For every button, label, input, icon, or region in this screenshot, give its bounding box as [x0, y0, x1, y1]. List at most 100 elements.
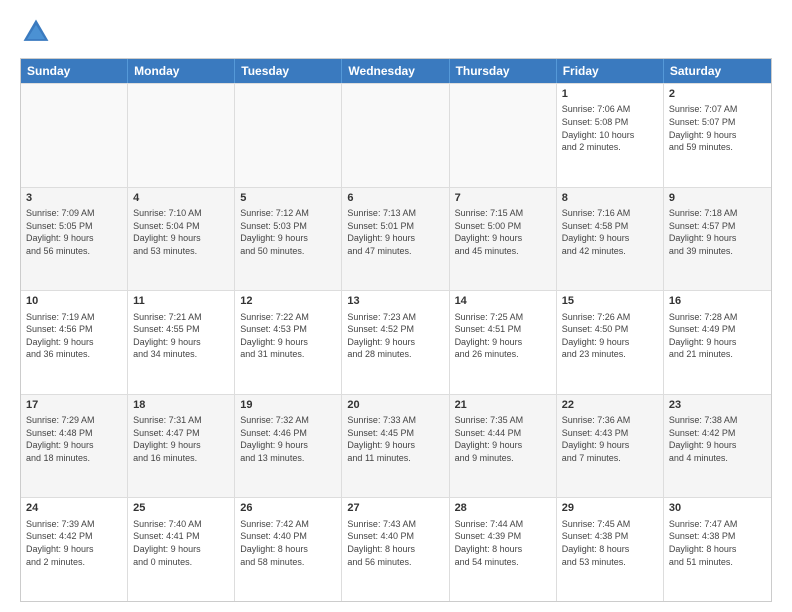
cal-cell-23: 23Sunrise: 7:38 AMSunset: 4:42 PMDayligh…: [664, 395, 771, 498]
cal-cell-empty-3: [342, 84, 449, 187]
cell-info: Sunrise: 7:39 AMSunset: 4:42 PMDaylight:…: [26, 518, 122, 568]
cell-info: Sunrise: 7:35 AMSunset: 4:44 PMDaylight:…: [455, 414, 551, 464]
day-number: 5: [240, 191, 336, 206]
day-number: 9: [669, 191, 766, 206]
cell-info: Sunrise: 7:28 AMSunset: 4:49 PMDaylight:…: [669, 311, 766, 361]
day-number: 27: [347, 501, 443, 516]
day-number: 26: [240, 501, 336, 516]
page: SundayMondayTuesdayWednesdayThursdayFrid…: [0, 0, 792, 612]
cal-cell-10: 10 Sunrise: 7:19 AMSunset: 4:56 PMDayligh…: [21, 291, 128, 394]
day-number: 10: [26, 294, 122, 309]
cell-info: Sunrise: 7:47 AMSunset: 4:38 PMDaylight:…: [669, 518, 766, 568]
cal-cell-2: 2Sunrise: 7:07 AMSunset: 5:07 PMDaylight…: [664, 84, 771, 187]
cal-cell-empty-4: [450, 84, 557, 187]
cal-cell-26: 26 Sunrise: 7:42 AMSunset: 4:40 PMDayligh…: [235, 498, 342, 601]
day-number: 20: [347, 398, 443, 413]
cal-cell-15: 15 Sunrise: 7:26 AMSunset: 4:50 PMDayligh…: [557, 291, 664, 394]
day-number: 7: [455, 191, 551, 206]
day-number: 15: [562, 294, 658, 309]
day-number: 23: [669, 398, 766, 413]
header-day-thursday: Thursday: [450, 59, 557, 83]
cell-info: Sunrise: 7:07 AMSunset: 5:07 PMDaylight:…: [669, 103, 766, 153]
cell-info: Sunrise: 7:18 AMSunset: 4:57 PMDaylight:…: [669, 207, 766, 257]
cell-info: Sunrise: 7:45 AMSunset: 4:38 PMDaylight:…: [562, 518, 658, 568]
cell-info: Sunrise: 7:25 AMSunset: 4:51 PMDaylight:…: [455, 311, 551, 361]
cell-info: Sunrise: 7:13 AMSunset: 5:01 PMDaylight:…: [347, 207, 443, 257]
cell-info: Sunrise: 7:22 AMSunset: 4:53 PMDaylight:…: [240, 311, 336, 361]
header-day-wednesday: Wednesday: [342, 59, 449, 83]
cal-cell-20: 20Sunrise: 7:33 AMSunset: 4:45 PMDayligh…: [342, 395, 449, 498]
cell-info: Sunrise: 7:44 AMSunset: 4:39 PMDaylight:…: [455, 518, 551, 568]
cell-info: Sunrise: 7:12 AMSunset: 5:03 PMDaylight:…: [240, 207, 336, 257]
cal-cell-17: 17Sunrise: 7:29 AMSunset: 4:48 PMDayligh…: [21, 395, 128, 498]
calendar-body: 1Sunrise: 7:06 AMSunset: 5:08 PMDaylight…: [21, 83, 771, 601]
header: [20, 16, 772, 48]
cal-cell-7: 7Sunrise: 7:15 AMSunset: 5:00 PMDaylight…: [450, 188, 557, 291]
day-number: 19: [240, 398, 336, 413]
day-number: 18: [133, 398, 229, 413]
day-number: 21: [455, 398, 551, 413]
day-number: 8: [562, 191, 658, 206]
calendar-row-0: 1Sunrise: 7:06 AMSunset: 5:08 PMDaylight…: [21, 83, 771, 187]
cal-cell-19: 19Sunrise: 7:32 AMSunset: 4:46 PMDayligh…: [235, 395, 342, 498]
header-day-sunday: Sunday: [21, 59, 128, 83]
logo-icon: [20, 16, 52, 48]
calendar-header: SundayMondayTuesdayWednesdayThursdayFrid…: [21, 59, 771, 83]
day-number: 11: [133, 294, 229, 309]
cell-info: Sunrise: 7:42 AMSunset: 4:40 PMDaylight:…: [240, 518, 336, 568]
cal-cell-22: 22Sunrise: 7:36 AMSunset: 4:43 PMDayligh…: [557, 395, 664, 498]
cal-cell-9: 9Sunrise: 7:18 AMSunset: 4:57 PMDaylight…: [664, 188, 771, 291]
cal-cell-8: 8Sunrise: 7:16 AMSunset: 4:58 PMDaylight…: [557, 188, 664, 291]
cell-info: Sunrise: 7:15 AMSunset: 5:00 PMDaylight:…: [455, 207, 551, 257]
calendar-row-3: 17Sunrise: 7:29 AMSunset: 4:48 PMDayligh…: [21, 394, 771, 498]
cal-cell-16: 16 Sunrise: 7:28 AMSunset: 4:49 PMDayligh…: [664, 291, 771, 394]
header-day-tuesday: Tuesday: [235, 59, 342, 83]
cal-cell-30: 30 Sunrise: 7:47 AMSunset: 4:38 PMDayligh…: [664, 498, 771, 601]
day-number: 28: [455, 501, 551, 516]
cal-cell-6: 6Sunrise: 7:13 AMSunset: 5:01 PMDaylight…: [342, 188, 449, 291]
day-number: 3: [26, 191, 122, 206]
header-day-saturday: Saturday: [664, 59, 771, 83]
cal-cell-12: 12 Sunrise: 7:22 AMSunset: 4:53 PMDayligh…: [235, 291, 342, 394]
calendar-row-1: 3Sunrise: 7:09 AMSunset: 5:05 PMDaylight…: [21, 187, 771, 291]
cal-cell-21: 21Sunrise: 7:35 AMSunset: 4:44 PMDayligh…: [450, 395, 557, 498]
cal-cell-25: 25Sunrise: 7:40 AMSunset: 4:41 PMDayligh…: [128, 498, 235, 601]
cell-info: Sunrise: 7:32 AMSunset: 4:46 PMDaylight:…: [240, 414, 336, 464]
day-number: 17: [26, 398, 122, 413]
header-day-friday: Friday: [557, 59, 664, 83]
calendar-row-2: 10 Sunrise: 7:19 AMSunset: 4:56 PMDayligh…: [21, 290, 771, 394]
cal-cell-4: 4Sunrise: 7:10 AMSunset: 5:04 PMDaylight…: [128, 188, 235, 291]
cal-cell-empty-2: [235, 84, 342, 187]
cell-info: Sunrise: 7:43 AMSunset: 4:40 PMDaylight:…: [347, 518, 443, 568]
cell-info: Sunrise: 7:38 AMSunset: 4:42 PMDaylight:…: [669, 414, 766, 464]
cell-info: Sunrise: 7:09 AMSunset: 5:05 PMDaylight:…: [26, 207, 122, 257]
day-number: 1: [562, 87, 658, 102]
day-number: 24: [26, 501, 122, 516]
calendar-row-4: 24 Sunrise: 7:39 AMSunset: 4:42 PMDayligh…: [21, 497, 771, 601]
day-number: 22: [562, 398, 658, 413]
day-number: 25: [133, 501, 229, 516]
cell-info: Sunrise: 7:19 AMSunset: 4:56 PMDaylight:…: [26, 311, 122, 361]
cal-cell-14: 14Sunrise: 7:25 AMSunset: 4:51 PMDayligh…: [450, 291, 557, 394]
cal-cell-28: 28 Sunrise: 7:44 AMSunset: 4:39 PMDayligh…: [450, 498, 557, 601]
cell-info: Sunrise: 7:36 AMSunset: 4:43 PMDaylight:…: [562, 414, 658, 464]
day-number: 16: [669, 294, 766, 309]
cal-cell-29: 29Sunrise: 7:45 AMSunset: 4:38 PMDayligh…: [557, 498, 664, 601]
header-day-monday: Monday: [128, 59, 235, 83]
cal-cell-5: 5Sunrise: 7:12 AMSunset: 5:03 PMDaylight…: [235, 188, 342, 291]
logo: [20, 16, 56, 48]
cell-info: Sunrise: 7:10 AMSunset: 5:04 PMDaylight:…: [133, 207, 229, 257]
calendar: SundayMondayTuesdayWednesdayThursdayFrid…: [20, 58, 772, 602]
cal-cell-empty-1: [128, 84, 235, 187]
day-number: 12: [240, 294, 336, 309]
cal-cell-27: 27 Sunrise: 7:43 AMSunset: 4:40 PMDayligh…: [342, 498, 449, 601]
day-number: 13: [347, 294, 443, 309]
day-number: 30: [669, 501, 766, 516]
cell-info: Sunrise: 7:26 AMSunset: 4:50 PMDaylight:…: [562, 311, 658, 361]
cal-cell-empty-0: [21, 84, 128, 187]
cell-info: Sunrise: 7:33 AMSunset: 4:45 PMDaylight:…: [347, 414, 443, 464]
cal-cell-18: 18Sunrise: 7:31 AMSunset: 4:47 PMDayligh…: [128, 395, 235, 498]
day-number: 2: [669, 87, 766, 102]
day-number: 6: [347, 191, 443, 206]
cell-info: Sunrise: 7:21 AMSunset: 4:55 PMDaylight:…: [133, 311, 229, 361]
